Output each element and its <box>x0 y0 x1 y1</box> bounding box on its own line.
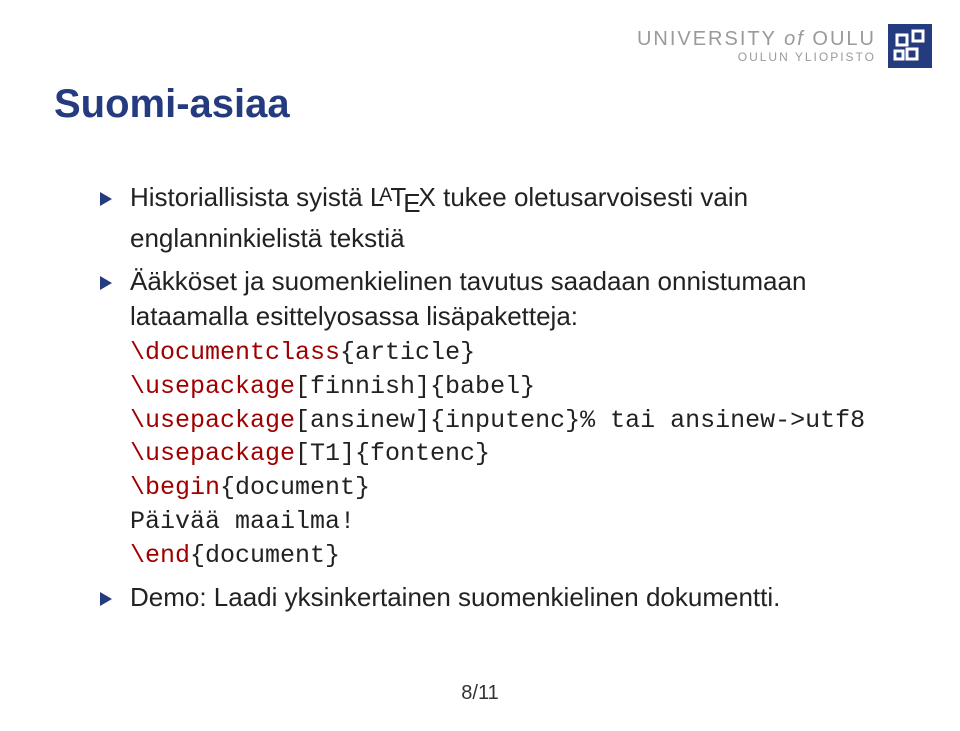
latex-command: \begin <box>130 473 220 502</box>
page-number: 8/11 <box>0 682 960 705</box>
latex-arg: {document} <box>220 473 370 502</box>
latex-logo: LATEX <box>370 182 436 212</box>
item-text: Ääkköset ja suomenkielinen tavutus saada… <box>130 266 806 331</box>
latex-arg: {document} <box>190 541 340 570</box>
slide-title: Suomi-asiaa <box>54 82 290 127</box>
latex-comment: % tai ansinew->utf8 <box>580 406 865 435</box>
university-subtitle: OULUN YLIOPISTO <box>637 51 876 65</box>
code-line: \usepackage[T1]{fontenc} <box>130 437 890 471</box>
university-header: UNIVERSITY of OULU OULUN YLIOPISTO <box>637 24 932 68</box>
latex-command: \end <box>130 541 190 570</box>
code-block: \documentclass{article} \usepackage[finn… <box>130 336 890 572</box>
code-text: Päivää maailma! <box>130 507 355 536</box>
bullet-item: Historiallisista syistä LATEX tukee olet… <box>100 180 890 256</box>
item-text: Demo: Laadi yksinkertainen suomenkieline… <box>130 582 780 612</box>
uni-of: of <box>784 28 805 50</box>
latex-arg: {article} <box>340 338 475 367</box>
uni-word: OULU <box>812 28 876 50</box>
slide-content: Historiallisista syistä LATEX tukee olet… <box>100 180 890 623</box>
bullet-item: Demo: Laadi yksinkertainen suomenkieline… <box>100 580 890 615</box>
code-line: \end{document} <box>130 539 890 573</box>
latex-command: \usepackage <box>130 372 295 401</box>
latex-command: \documentclass <box>130 338 340 367</box>
university-text: UNIVERSITY of OULU OULUN YLIOPISTO <box>637 28 876 65</box>
code-line: \begin{document} <box>130 471 890 505</box>
latex-command: \usepackage <box>130 439 295 468</box>
code-line: \documentclass{article} <box>130 336 890 370</box>
code-line: Päivää maailma! <box>130 505 890 539</box>
latex-arg: [finnish]{babel} <box>295 372 535 401</box>
university-logo-icon <box>888 24 932 68</box>
item-text: Historiallisista syistä <box>130 182 370 212</box>
latex-arg: [T1]{fontenc} <box>295 439 490 468</box>
latex-arg: [ansinew]{inputenc} <box>295 406 580 435</box>
latex-command: \usepackage <box>130 406 295 435</box>
code-line: \usepackage[ansinew]{inputenc}% tai ansi… <box>130 404 890 438</box>
bullet-item: Ääkköset ja suomenkielinen tavutus saada… <box>100 264 890 572</box>
university-name: UNIVERSITY of OULU <box>637 28 876 51</box>
code-line: \usepackage[finnish]{babel} <box>130 370 890 404</box>
uni-word: UNIVERSITY <box>637 28 777 50</box>
